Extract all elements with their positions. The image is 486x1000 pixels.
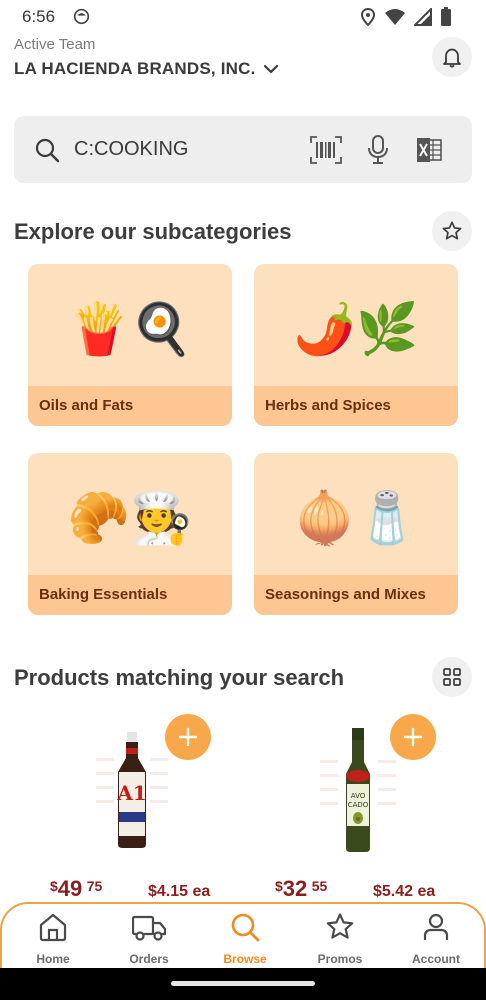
status-bar: 6:56 bbox=[0, 0, 486, 34]
battery-icon bbox=[441, 7, 451, 26]
nav-item-orders[interactable]: Orders bbox=[109, 912, 189, 966]
product-image-avocado-oil[interactable]: AVO CADO bbox=[318, 726, 398, 856]
nav-label: Account bbox=[412, 952, 460, 966]
home-icon bbox=[39, 913, 67, 942]
subcategory-label-bar: Oils and Fats bbox=[28, 386, 232, 426]
excel-import-icon[interactable] bbox=[416, 136, 442, 164]
chili-and-herb-icon: 🌶️🌿 bbox=[293, 300, 419, 358]
truck-icon bbox=[132, 915, 166, 941]
subcategory-card-oils-and-fats[interactable]: 🍟🍳 Oils and Fats bbox=[28, 264, 232, 426]
price-dollars: 49 bbox=[57, 876, 83, 901]
home-gesture-handle[interactable] bbox=[171, 981, 315, 986]
app-status-icon bbox=[73, 8, 90, 25]
onion-and-salt-icon: 🧅🧂 bbox=[293, 489, 419, 547]
search-bar bbox=[14, 116, 472, 183]
notifications-button[interactable] bbox=[432, 37, 472, 77]
favorites-button[interactable] bbox=[432, 211, 472, 251]
nav-item-browse[interactable]: Browse bbox=[205, 912, 285, 966]
subcategory-label-bar: Seasonings and Mixes bbox=[254, 575, 458, 615]
nav-item-promos[interactable]: Promos bbox=[300, 912, 380, 966]
subcategory-label: Seasonings and Mixes bbox=[265, 586, 426, 603]
bell-icon bbox=[443, 48, 461, 68]
plus-icon bbox=[178, 727, 198, 747]
nav-label: Home bbox=[36, 952, 70, 966]
nav-label: Orders bbox=[129, 952, 169, 966]
search-icon bbox=[231, 913, 260, 942]
fries-and-frying-pan-icon: 🍟🍳 bbox=[67, 300, 193, 358]
svg-text:AVO: AVO bbox=[351, 792, 366, 800]
search-icon bbox=[35, 138, 60, 163]
barcode-scan-icon[interactable] bbox=[310, 135, 342, 165]
price-cents: 75 bbox=[86, 878, 103, 894]
status-icons bbox=[360, 7, 452, 27]
subcategory-label-bar: Herbs and Spices bbox=[254, 386, 458, 426]
svg-text:CADO: CADO bbox=[348, 801, 369, 809]
subcategory-card-seasonings-and-mixes[interactable]: 🧅🧂 Seasonings and Mixes bbox=[254, 453, 458, 615]
status-time: 6:56 bbox=[22, 7, 56, 26]
system-gesture-bar bbox=[0, 968, 486, 1000]
microphone-icon[interactable] bbox=[366, 135, 390, 165]
wifi-icon bbox=[385, 9, 405, 25]
grid-icon bbox=[443, 668, 461, 686]
chevron-down-icon[interactable] bbox=[262, 60, 280, 78]
add-to-cart-button[interactable] bbox=[165, 714, 211, 760]
product-price: $49 75 bbox=[50, 876, 102, 902]
add-to-cart-button[interactable] bbox=[390, 714, 436, 760]
active-team-label: Active Team bbox=[14, 36, 96, 53]
croissant-and-cook-icon: 🥐🧑‍🍳 bbox=[67, 489, 193, 547]
search-input[interactable] bbox=[74, 133, 294, 165]
subcategory-card-baking-essentials[interactable]: 🥐🧑‍🍳 Baking Essentials bbox=[28, 453, 232, 615]
price-currency: $ bbox=[275, 878, 283, 894]
location-icon bbox=[360, 8, 376, 26]
team-selector[interactable]: LA HACIENDA BRANDS, INC. bbox=[14, 59, 256, 79]
subcategory-label-bar: Baking Essentials bbox=[28, 575, 232, 615]
price-dollars: 32 bbox=[282, 876, 308, 901]
nav-item-home[interactable]: Home bbox=[13, 912, 93, 966]
nav-item-account[interactable]: Account bbox=[396, 912, 476, 966]
browse-screen: 6:56 Active Team LA HACIENDA BRANDS, INC… bbox=[0, 0, 486, 1000]
subcategories-title: Explore our subcategories bbox=[14, 219, 292, 244]
nav-label: Browse bbox=[223, 952, 267, 966]
unit-price: $5.42 ea bbox=[373, 883, 436, 900]
subcategory-label: Oils and Fats bbox=[39, 397, 134, 414]
price-cents: 55 bbox=[311, 878, 328, 894]
unit-price: $4.15 ea bbox=[148, 883, 211, 900]
star-icon bbox=[326, 913, 354, 939]
subcategory-card-herbs-and-spices[interactable]: 🌶️🌿 Herbs and Spices bbox=[254, 264, 458, 426]
products-title: Products matching your search bbox=[14, 665, 345, 690]
product-image-a1-sauce[interactable]: A1 bbox=[92, 728, 172, 852]
signal-icon bbox=[414, 8, 432, 26]
bottom-navigation: Home Orders Browse Promos Account bbox=[0, 902, 486, 972]
svg-text:A1: A1 bbox=[116, 781, 146, 805]
price-currency: $ bbox=[50, 878, 58, 894]
person-icon bbox=[423, 913, 449, 940]
star-outline-icon bbox=[442, 221, 462, 240]
product-price: $32 55 bbox=[275, 876, 327, 902]
subcategory-label: Herbs and Spices bbox=[265, 397, 391, 414]
grid-view-button[interactable] bbox=[432, 657, 472, 697]
subcategory-label: Baking Essentials bbox=[39, 586, 168, 603]
nav-label: Promos bbox=[317, 952, 363, 966]
plus-icon bbox=[403, 727, 423, 747]
